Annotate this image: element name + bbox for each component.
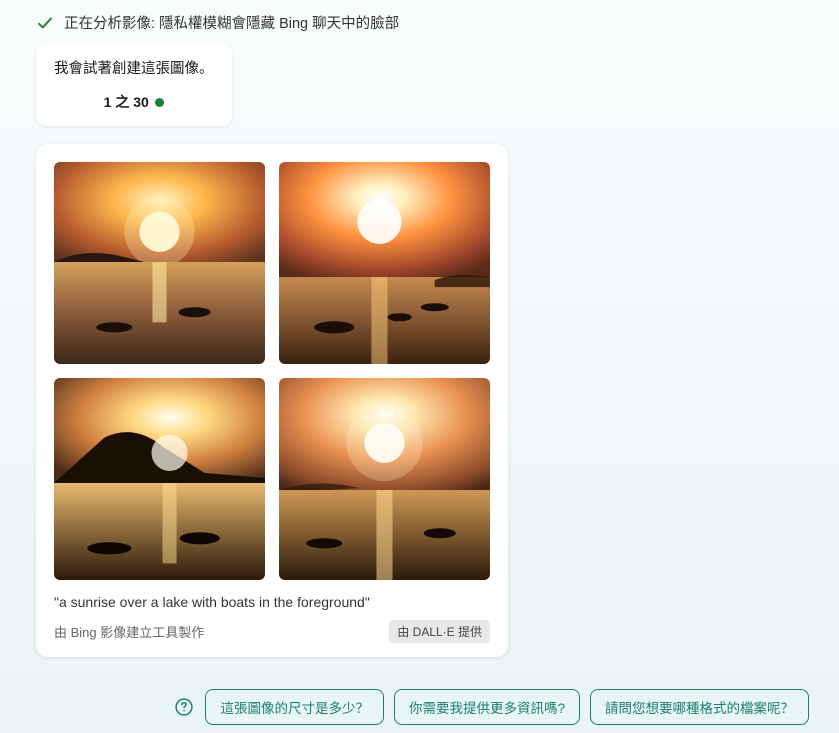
status-row: 正在分析影像: 隱私權模糊會隱藏 Bing 聊天中的臉部 [12, 8, 827, 43]
image-result-card: "a sunrise over a lake with boats in the… [36, 144, 508, 657]
credit-row: 由 Bing 影像建立工具製作 由 DALL·E 提供 [54, 620, 490, 643]
help-icon[interactable] [173, 696, 195, 718]
image-grid [54, 162, 490, 580]
suggestion-1[interactable]: 這張圖像的尺寸是多少？ [205, 689, 384, 725]
response-bubble: 我會試著創建這張圖像。 1 之 30 [36, 43, 232, 126]
credit-text: 由 Bing 影像建立工具製作 [54, 622, 204, 641]
suggestions-row: 這張圖像的尺寸是多少？ 你需要我提供更多資訊嗎? 請問您想要哪種格式的檔案呢？ [12, 677, 827, 733]
check-icon [36, 14, 54, 32]
suggestion-3[interactable]: 請問您想要哪種格式的檔案呢？ [590, 689, 809, 725]
prompt-caption: "a sunrise over a lake with boats in the… [54, 594, 490, 610]
generated-image-4[interactable] [279, 378, 490, 580]
generated-image-2[interactable] [279, 162, 490, 364]
status-text: 正在分析影像: 隱私權模糊會隱藏 Bing 聊天中的臉部 [64, 12, 399, 33]
generated-image-1[interactable] [54, 162, 265, 364]
generated-image-3[interactable] [54, 378, 265, 580]
suggestion-2[interactable]: 你需要我提供更多資訊嗎? [394, 689, 580, 725]
counter-text: 1 之 30 [104, 92, 149, 112]
status-dot-icon [155, 98, 164, 107]
dalle-badge: 由 DALL·E 提供 [389, 620, 490, 643]
counter-row: 1 之 30 [54, 92, 214, 112]
response-text: 我會試著創建這張圖像。 [54, 57, 214, 78]
